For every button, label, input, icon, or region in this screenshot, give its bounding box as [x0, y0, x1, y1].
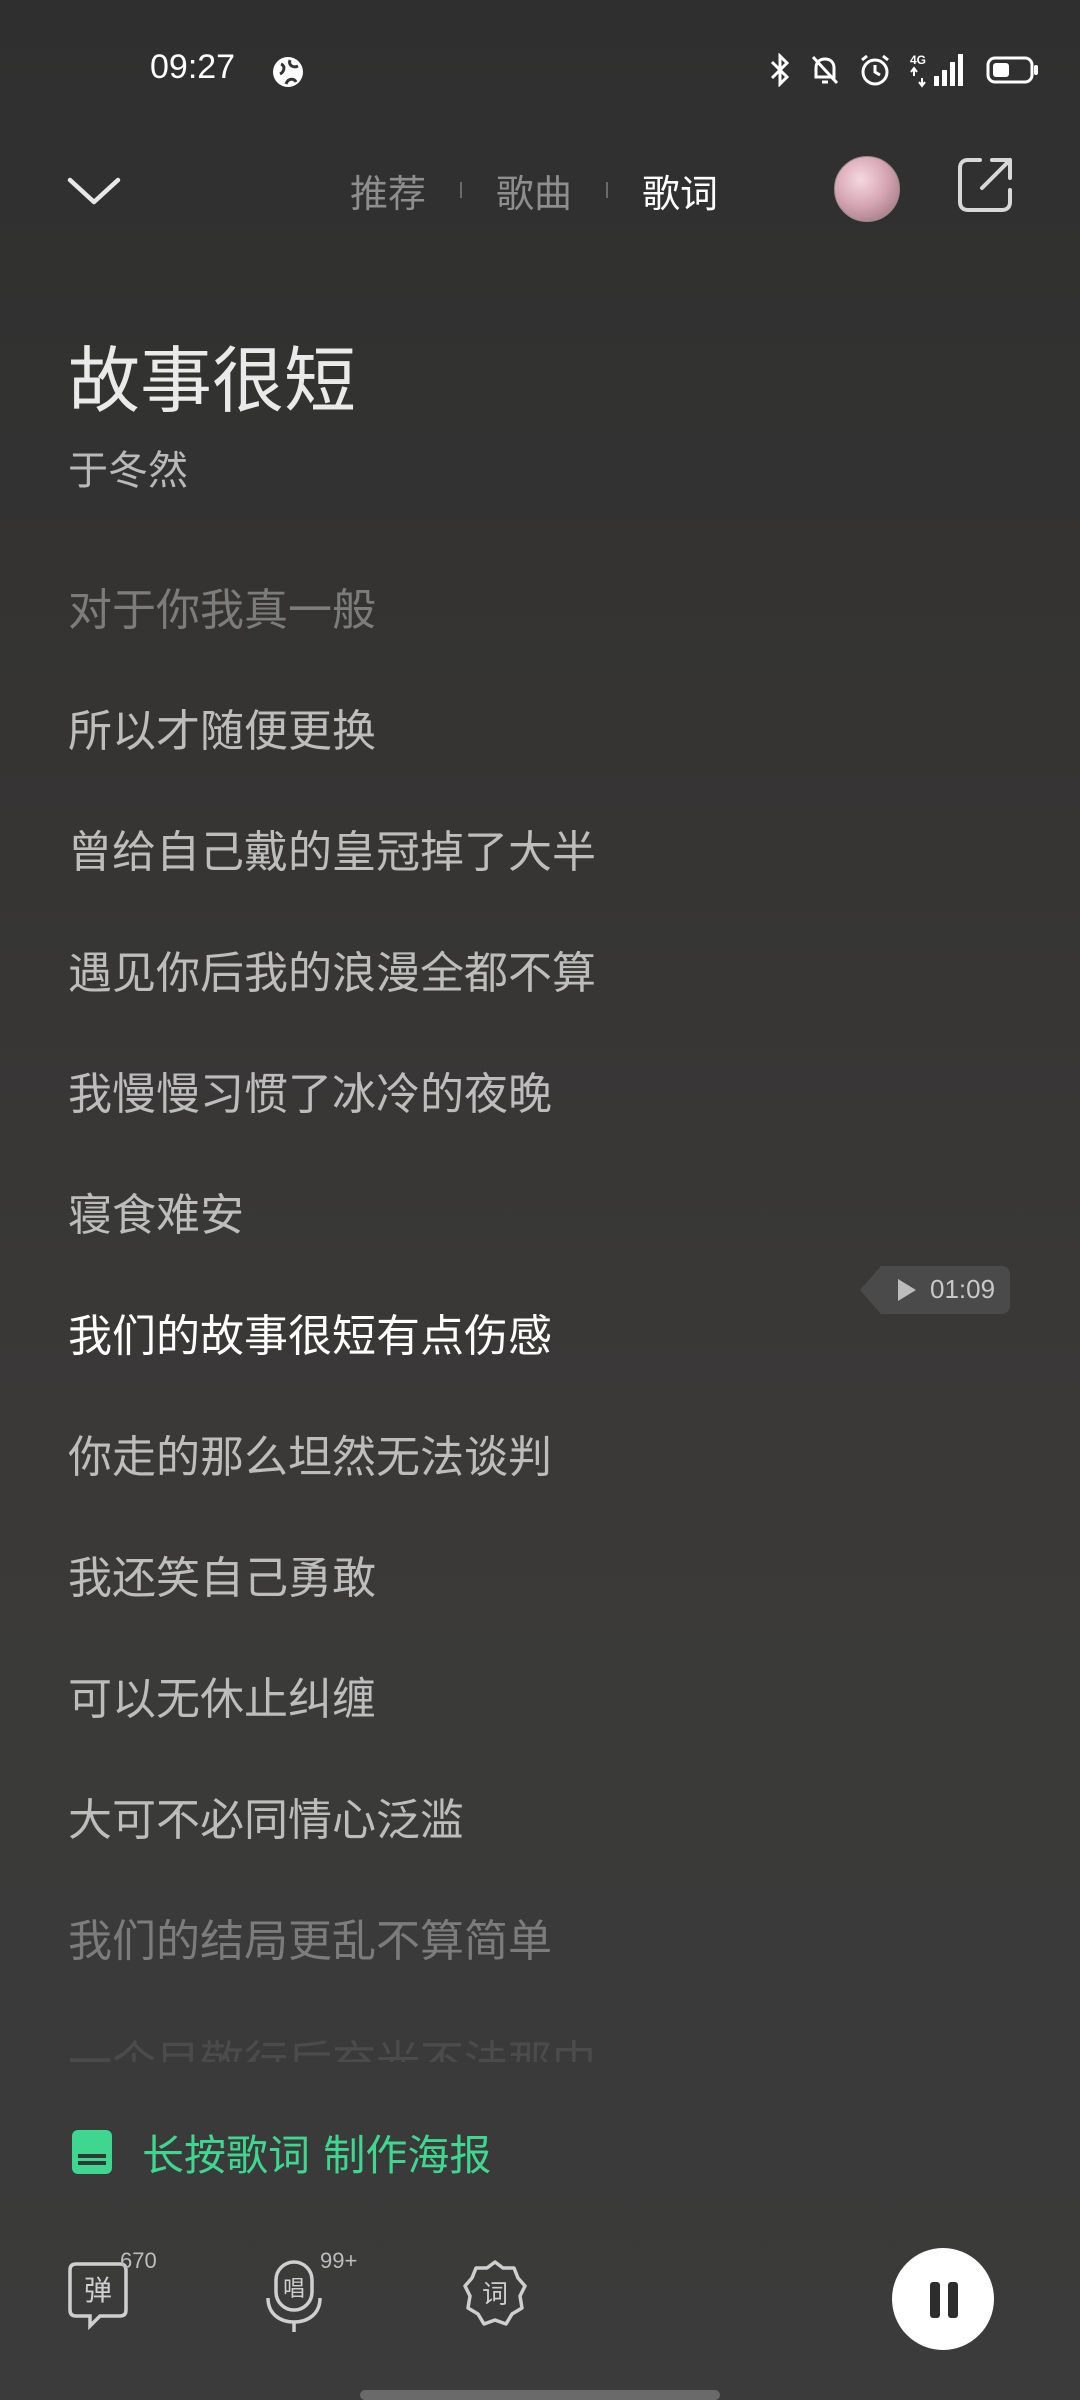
tab-lyrics[interactable]: 歌词 [642, 163, 718, 218]
sing-count: 99+ [320, 2248, 358, 2273]
pause-button[interactable] [892, 2248, 994, 2350]
poster-label: 长按歌词 制作海报 [142, 2130, 492, 2180]
lyric-line[interactable]: 可以无休止纠缠 [68, 1663, 376, 1727]
lyric-line[interactable]: 曾给自己戴的皇冠掉了大半 [68, 816, 596, 880]
lyric-line[interactable]: 遇见你后我的浪漫全都不算 [68, 937, 596, 1001]
make-poster-link[interactable]: 长按歌词 制作海报 [70, 2124, 491, 2180]
home-indicator[interactable] [360, 2390, 720, 2400]
tab-recommend[interactable]: 推荐 [350, 163, 426, 218]
lyric-line[interactable]: 寝食难安 [68, 1179, 244, 1243]
play-icon [898, 1279, 916, 1301]
microphone-icon: 唱 [266, 2260, 322, 2332]
svg-text:唱: 唱 [283, 2277, 305, 2302]
lyric-line[interactable]: 我慢慢习惯了冰冷的夜晚 [68, 1058, 552, 1122]
lyrics-settings-button[interactable]: 词 [462, 2258, 532, 2332]
lyric-line[interactable]: 大可不必同情心泛滥 [68, 1784, 464, 1848]
svg-text:词: 词 [482, 2280, 508, 2310]
lyric-line[interactable]: 一个目敬行后充光不法那中 [68, 2026, 596, 2062]
lyric-line[interactable]: 所以才随便更换 [68, 695, 376, 759]
svg-text:4G: 4G [910, 53, 926, 67]
share-icon[interactable] [954, 154, 1016, 216]
seek-time: 01:09 [930, 1274, 996, 1304]
pause-icon [948, 2282, 958, 2318]
globe-icon [273, 57, 303, 87]
alarm-icon [861, 54, 889, 86]
bluetooth-icon [770, 53, 790, 87]
tab-divider [460, 182, 463, 198]
chevron-down-icon[interactable] [66, 166, 122, 214]
lyric-line[interactable]: 我们的结局更乱不算简单 [68, 1905, 552, 1969]
current-lyric-line[interactable]: 我们的故事很短有点伤感 [68, 1300, 552, 1364]
svg-text:弹: 弹 [84, 2274, 112, 2307]
lyric-line[interactable]: 你走的那么坦然无法谈判 [68, 1421, 552, 1485]
lyric-line[interactable]: 对于你我真一般 [68, 574, 376, 638]
poster-icon [72, 2130, 112, 2174]
signal-icon: 4G [910, 53, 963, 88]
seek-time-tag[interactable]: 01:09 [860, 1266, 1010, 1314]
status-bar: 09:27 4G [0, 0, 1080, 140]
lyrics-badge-icon: 词 [463, 2260, 527, 2326]
status-time: 09:27 [150, 48, 236, 86]
danmaku-count: 670 [120, 2248, 157, 2273]
bottom-controls: 弹 670 唱 99+ 词 [0, 2248, 1080, 2358]
tab-bar: 推荐 歌曲 歌词 [350, 160, 718, 220]
battery-icon [986, 56, 1038, 84]
tab-songs[interactable]: 歌曲 [496, 163, 572, 218]
lyric-line[interactable]: 我还笑自己勇敢 [68, 1542, 376, 1606]
status-icons: 4G [768, 50, 1040, 90]
tab-divider [606, 182, 609, 198]
artist-name[interactable]: 于冬然 [68, 438, 188, 496]
top-navigation: 推荐 歌曲 歌词 [0, 150, 1080, 230]
pause-icon [930, 2282, 940, 2318]
mute-bell-icon [811, 55, 839, 85]
song-title: 故事很短 [68, 339, 357, 423]
avatar[interactable] [834, 156, 900, 222]
